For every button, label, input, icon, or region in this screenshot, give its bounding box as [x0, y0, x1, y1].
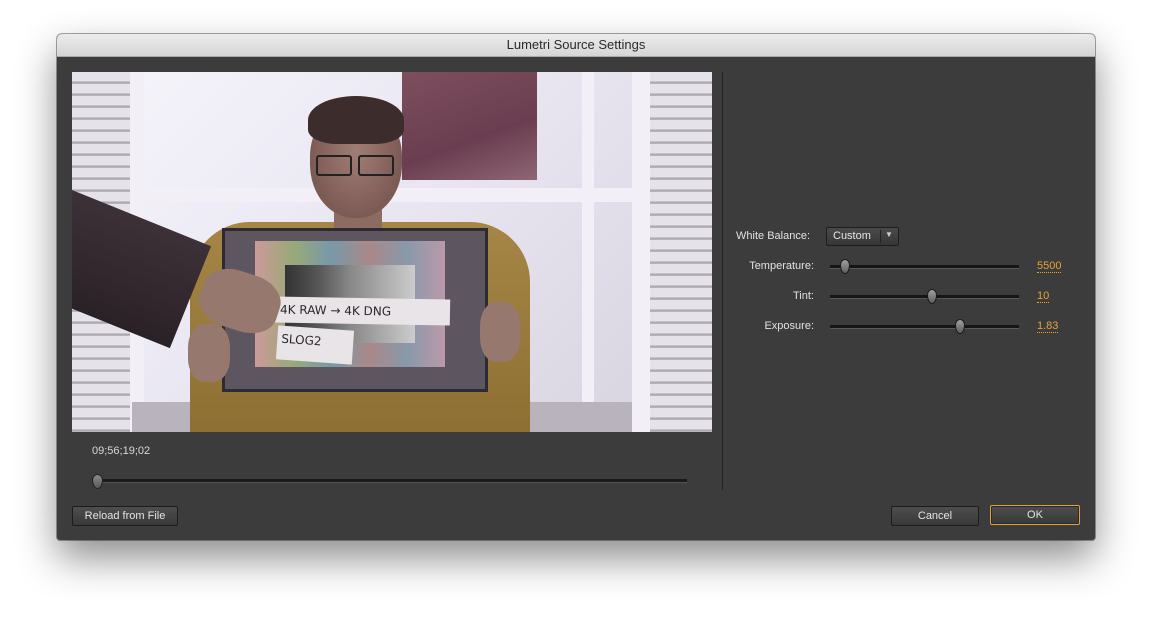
tint-value[interactable]: 10 [1037, 290, 1050, 303]
person-left-hand [188, 324, 230, 382]
person-hair [308, 96, 404, 144]
exposure-slider-handle[interactable] [955, 319, 965, 334]
window-side-frame [582, 72, 594, 402]
paper-label-raw: 4K RAW → 4K DNG [273, 296, 451, 326]
lumetri-source-settings-dialog: Lumetri Source Settings 4K RAW → 4K DNG … [57, 34, 1095, 540]
exposure-value[interactable]: 1.83 [1037, 320, 1059, 333]
timecode-display: 09;56;19;02 [92, 445, 151, 457]
temperature-slider-handle[interactable] [840, 259, 850, 274]
temperature-value[interactable]: 5500 [1037, 260, 1062, 273]
glasses-right-lens [358, 155, 394, 176]
dropdown-separator [880, 230, 881, 243]
paper-label-slog: SLOG2 [275, 325, 355, 365]
panel-divider [722, 72, 723, 490]
right-shutter [650, 72, 712, 432]
scrubber-handle[interactable] [92, 474, 103, 489]
right-window-frame [632, 72, 650, 432]
exposure-slider[interactable] [830, 325, 1019, 329]
person-right-hand [480, 302, 520, 362]
title-bar[interactable]: Lumetri Source Settings [57, 34, 1095, 57]
brick-building [402, 72, 537, 180]
temperature-slider[interactable] [830, 265, 1019, 269]
glasses-left-lens [316, 155, 352, 176]
ok-button[interactable]: OK [990, 505, 1080, 525]
temperature-label: Temperature: [749, 260, 814, 272]
tint-slider[interactable] [830, 295, 1019, 299]
chevron-down-icon: ▼ [885, 230, 893, 239]
reload-from-file-button[interactable]: Reload from File [72, 506, 178, 526]
tint-slider-handle[interactable] [927, 289, 937, 304]
window-title: Lumetri Source Settings [506, 37, 646, 52]
white-balance-dropdown[interactable]: Custom ▼ [826, 227, 899, 246]
white-balance-value: Custom [833, 230, 871, 242]
scrubber-track[interactable] [97, 479, 687, 483]
white-balance-label: White Balance: [736, 230, 810, 242]
tint-label: Tint: [793, 290, 814, 302]
cancel-button[interactable]: Cancel [891, 506, 979, 526]
exposure-label: Exposure: [764, 320, 814, 332]
video-preview: 4K RAW → 4K DNG SLOG2 [72, 72, 712, 432]
